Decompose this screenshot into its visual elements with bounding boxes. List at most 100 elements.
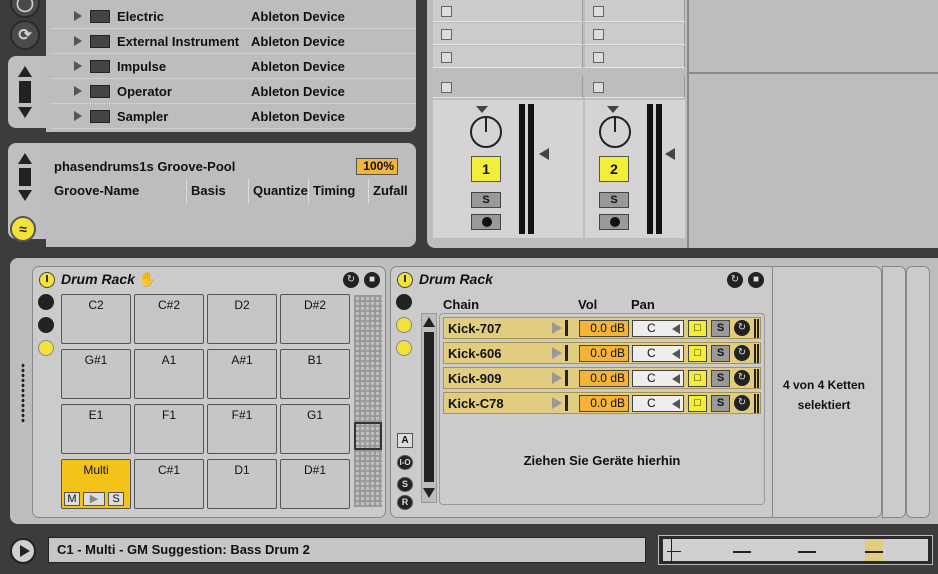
pan-knob[interactable] [599,116,631,148]
pad-view-icon[interactable] [396,340,412,356]
chain-list-icon[interactable] [38,317,54,333]
chain-volume-field[interactable]: 0.0 dB [579,344,629,362]
chain-name[interactable]: Kick-C78 [448,396,504,411]
chain-play-icon[interactable] [552,347,562,359]
volume-slider-icon[interactable] [539,148,549,160]
speaker-on-icon[interactable]: □ [688,369,707,387]
drum-pad[interactable]: F#1 [207,404,277,454]
arm-button[interactable] [471,214,501,230]
clip-stop-icon[interactable] [593,6,604,17]
clip-slot[interactable] [433,46,583,68]
list-item[interactable]: External Instrument Ableton Device [50,29,416,54]
column-timing[interactable]: Timing [308,179,368,203]
list-item[interactable]: Impulse Ableton Device [50,54,416,79]
speaker-on-icon[interactable]: □ [688,344,707,362]
overview-selection[interactable] [865,539,883,561]
sends-toggle-button[interactable]: S [397,477,413,492]
hot-swap-icon[interactable]: ↻ [734,370,750,386]
save-preset-icon[interactable]: ■ [748,272,764,288]
drum-pad-selected[interactable]: Multi M ▶ S [61,459,131,509]
browser-scrollbar[interactable] [18,66,32,118]
auto-select-button[interactable]: A [397,433,413,448]
pad-play-icon[interactable]: ▶ [83,492,105,506]
chain-name[interactable]: Kick-909 [448,371,501,386]
column-basis[interactable]: Basis [186,179,248,203]
chain-volume-field[interactable]: 0.0 dB [579,394,629,412]
hot-swap-icon[interactable]: ↻ [734,345,750,361]
speaker-on-icon[interactable]: □ [688,394,707,412]
clip-slot[interactable] [433,23,583,45]
drum-pad[interactable]: B1 [280,349,350,399]
drum-pad[interactable]: C#1 [134,459,204,509]
clip-stop-icon[interactable] [441,6,452,17]
expand-triangle-icon[interactable] [74,61,82,71]
scroll-down-icon[interactable] [18,190,32,201]
chain-pan-field[interactable]: C [632,344,684,362]
clip-stop-icon[interactable] [441,52,452,63]
scroll-up-icon[interactable] [423,317,435,327]
clip-slot[interactable] [585,0,685,22]
arm-button[interactable] [599,214,629,230]
clip-stop-icon[interactable] [441,82,452,93]
drag-handle-icon[interactable] [21,363,25,423]
track-activator-button[interactable]: 2 [599,156,629,182]
drum-pad[interactable]: A#1 [207,349,277,399]
play-preview-icon[interactable] [10,538,36,564]
chain-row[interactable]: Kick-707 0.0 dB C □ S ↻ [443,317,761,339]
macro-toggle-icon[interactable] [38,294,54,310]
drum-pad[interactable]: G1 [280,404,350,454]
scroll-thumb[interactable] [19,81,31,103]
clip-stop-icon[interactable] [593,52,604,63]
hot-swap-icon[interactable]: ◯ [10,0,40,18]
chain-solo-button[interactable]: S [711,319,730,337]
chain-name[interactable]: Kick-606 [448,346,501,361]
clip-slot[interactable] [585,76,685,98]
refresh-icon[interactable]: ⟳ [10,20,40,50]
chain-name[interactable]: Kick-707 [448,321,501,336]
groove-scrollbar[interactable] [18,153,32,201]
scroll-thumb[interactable] [19,168,31,186]
overview-track[interactable] [663,537,928,563]
scroll-up-icon[interactable] [18,66,32,77]
column-groove-name[interactable]: Groove-Name [50,179,186,203]
chain-scrollbar[interactable] [421,313,437,503]
drum-pad[interactable]: E1 [61,404,131,454]
hot-swap-icon[interactable]: ↻ [343,272,359,288]
chain-solo-button[interactable]: S [711,369,730,387]
clip-slot[interactable] [585,23,685,45]
pad-overview-selector[interactable] [354,422,382,450]
save-preset-icon[interactable]: ■ [364,272,380,288]
chain-pan-field[interactable]: C [632,394,684,412]
returns-toggle-button[interactable]: R [397,495,413,510]
clip-stop-icon[interactable] [593,29,604,40]
solo-button[interactable]: S [471,192,501,208]
chain-play-icon[interactable] [552,397,562,409]
clip-slot[interactable] [585,46,685,68]
speaker-on-icon[interactable]: □ [688,319,707,337]
drum-pad[interactable]: C#2 [134,294,204,344]
drum-pad[interactable]: D1 [207,459,277,509]
clip-slot[interactable] [433,76,583,98]
expand-triangle-icon[interactable] [74,111,82,121]
hot-swap-icon[interactable]: ↻ [727,272,743,288]
io-toggle-button[interactable]: I-O [397,455,413,470]
chain-row[interactable]: Kick-909 0.0 dB C □ S ↻ [443,367,761,389]
pad-overview-grid[interactable] [354,295,382,507]
drum-pad[interactable]: A1 [134,349,204,399]
drum-pad[interactable]: G#1 [61,349,131,399]
column-quantize[interactable]: Quantize [248,179,308,203]
hot-swap-icon[interactable]: ↻ [734,320,750,336]
scroll-thumb[interactable] [424,332,434,482]
chain-play-icon[interactable] [552,322,562,334]
drum-pad[interactable]: F1 [134,404,204,454]
chain-pan-field[interactable]: C [632,319,684,337]
chain-solo-button[interactable]: S [711,394,730,412]
list-item[interactable]: Electric Ableton Device [50,4,416,29]
chain-solo-button[interactable]: S [711,344,730,362]
chain-list-icon[interactable] [396,317,412,333]
expand-triangle-icon[interactable] [74,36,82,46]
clip-stop-icon[interactable] [593,82,604,93]
drum-pad[interactable]: D#1 [280,459,350,509]
list-item[interactable]: Operator Ableton Device [50,79,416,104]
expand-triangle-icon[interactable] [74,11,82,21]
